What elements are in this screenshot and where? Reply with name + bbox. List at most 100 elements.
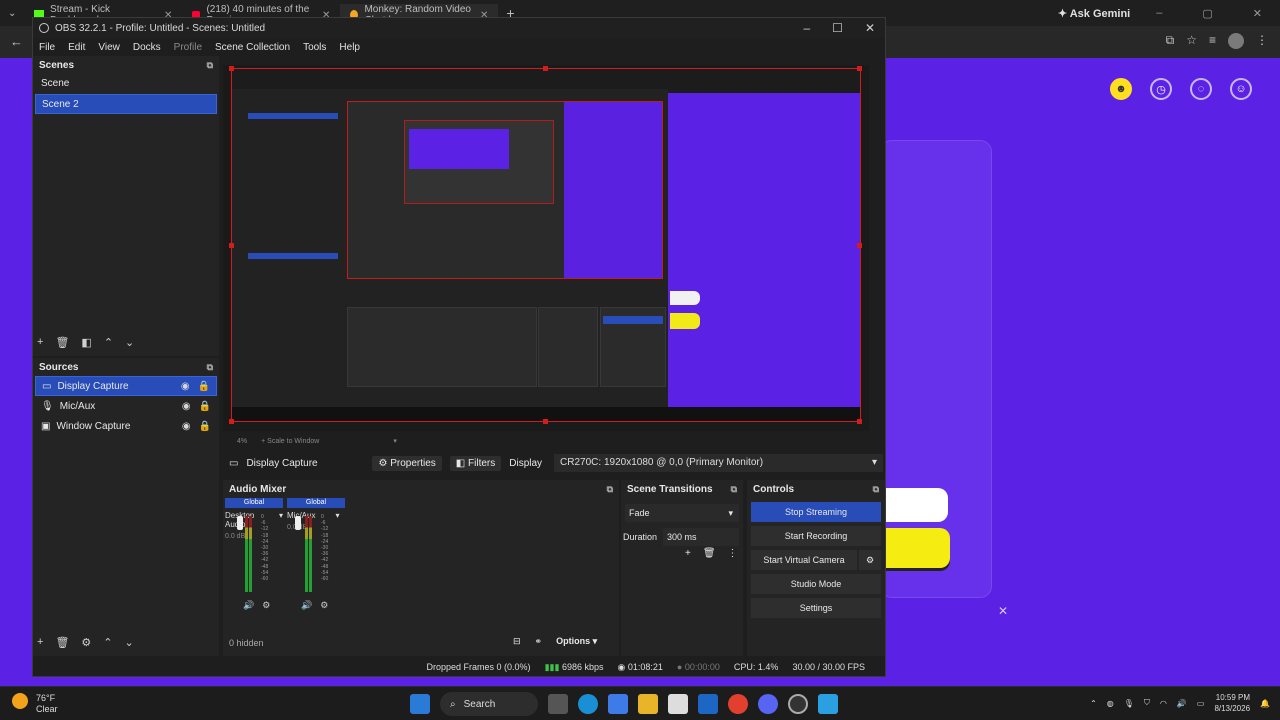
weather-widget[interactable]: 76°F Clear — [12, 693, 58, 715]
transition-select[interactable]: Fade ▾ — [625, 504, 739, 522]
close-icon[interactable]: ✕ — [1253, 7, 1262, 20]
network-icon[interactable]: ◍ — [1107, 699, 1114, 708]
trash-icon[interactable]: 🗑 — [55, 336, 69, 349]
chevron-up-icon[interactable]: ⌃ — [1090, 699, 1097, 708]
maximize-icon[interactable]: ☐ — [832, 21, 843, 35]
trash-icon[interactable]: 🗑 — [703, 548, 716, 559]
duration-stepper[interactable]: 300 ms — [663, 528, 739, 546]
mail-icon[interactable] — [698, 694, 718, 714]
layout-icon[interactable]: ⊟ — [513, 636, 521, 647]
avatar[interactable] — [1228, 33, 1244, 49]
add-icon[interactable]: + — [37, 636, 43, 649]
chat-icon[interactable]: ◌ — [1190, 78, 1212, 100]
clock-icon[interactable]: ◷ — [1150, 78, 1172, 100]
add-icon[interactable]: + — [37, 336, 43, 349]
gear-icon[interactable]: ⚙ — [262, 600, 270, 611]
zoom-level[interactable]: 4% — [237, 438, 247, 445]
undock-icon[interactable]: ⧉ — [731, 484, 737, 495]
resize-handle[interactable] — [857, 419, 862, 424]
options-button[interactable]: Options ▾ — [556, 636, 597, 647]
undock-icon[interactable]: ⧉ — [207, 362, 213, 373]
kebab-menu-icon[interactable]: ⋮ — [1256, 33, 1268, 49]
eye-icon[interactable]: ◉ — [181, 381, 190, 392]
display-select[interactable]: CR270C: 1920x1080 @ 0,0 (Primary Monitor… — [554, 454, 883, 472]
windows-start-icon[interactable] — [410, 694, 430, 714]
lock-icon[interactable]: 🔒 — [199, 401, 211, 412]
wifi-icon[interactable]: ◠ — [1160, 699, 1167, 708]
ask-gemini-button[interactable]: ✦ Ask Gemini — [1058, 7, 1130, 20]
source-item-mic-aux[interactable]: 🎙 Mic/Aux ◉ 🔒 — [35, 396, 217, 416]
clock[interactable]: 10:59 PM 8/13/2026 — [1214, 692, 1250, 714]
store-icon[interactable] — [668, 694, 688, 714]
monkey-face-icon[interactable]: ☺ — [1230, 78, 1252, 100]
speaker-icon[interactable]: 🔊 — [243, 600, 254, 611]
menu-scene-collection[interactable]: Scene Collection — [215, 42, 290, 53]
properties-button[interactable]: ⚙ Properties — [372, 455, 442, 471]
source-item-display-capture[interactable]: ▭ Display Capture ◉ 🔒 — [35, 376, 217, 396]
source-item-window-capture[interactable]: ▣ Window Capture ◉ 🔒 — [35, 416, 217, 436]
add-icon[interactable]: + — [685, 548, 691, 559]
notification-icon[interactable]: 🔔 — [1260, 699, 1270, 708]
battery-icon[interactable]: ▭ — [1197, 699, 1205, 708]
back-arrow-icon[interactable]: ← — [10, 34, 23, 49]
channel-name-select[interactable]: Desktop Audio ▾ — [225, 511, 283, 529]
filters-button[interactable]: ◧ Filters — [449, 455, 502, 471]
coin-icon[interactable]: ☻ — [1110, 78, 1132, 100]
close-icon[interactable]: ✕ — [865, 21, 875, 35]
microphone-icon[interactable]: 🎙 — [1124, 699, 1134, 708]
resize-handle[interactable] — [543, 66, 548, 71]
undock-icon[interactable]: ⧉ — [207, 60, 213, 71]
install-app-icon[interactable]: ⧉ — [1166, 33, 1175, 49]
menu-tools[interactable]: Tools — [303, 42, 326, 53]
undock-icon[interactable]: ⧉ — [607, 484, 613, 495]
start-virtual-camera-button[interactable]: Start Virtual Camera — [751, 550, 857, 570]
edge-icon[interactable] — [578, 694, 598, 714]
app-icon[interactable] — [818, 694, 838, 714]
gear-icon[interactable]: ⚙ — [859, 550, 881, 570]
start-recording-button[interactable]: Start Recording — [751, 526, 881, 546]
settings-button[interactable]: Settings — [751, 598, 881, 618]
maximize-icon[interactable]: ▢ — [1202, 7, 1212, 20]
preview-canvas[interactable] — [223, 65, 869, 431]
volume-fader[interactable] — [237, 516, 243, 530]
resize-handle[interactable] — [543, 419, 548, 424]
taskbar-search[interactable]: ⌕ Search — [440, 692, 538, 716]
link-icon[interactable]: ⚭ — [535, 636, 543, 647]
resize-handle[interactable] — [229, 243, 234, 248]
extensions-icon[interactable]: ≡ — [1209, 33, 1216, 49]
scene-item[interactable]: Scene — [35, 74, 217, 94]
discord-icon[interactable] — [758, 694, 778, 714]
minimize-icon[interactable]: – — [803, 21, 810, 35]
tab-search-icon[interactable]: ⌄ — [0, 8, 24, 19]
close-icon[interactable]: ✕ — [998, 604, 1008, 618]
chevron-up-icon[interactable]: ⌃ — [103, 636, 112, 649]
chevron-down-icon[interactable]: ⌄ — [125, 636, 134, 649]
display-capture-preview[interactable] — [231, 68, 861, 422]
chrome-icon[interactable] — [728, 694, 748, 714]
minimize-icon[interactable]: – — [1156, 7, 1162, 20]
scale-to-window[interactable]: + Scale to Window — [261, 438, 319, 445]
menu-view[interactable]: View — [98, 42, 120, 53]
undock-icon[interactable]: ⧉ — [873, 484, 879, 495]
resize-handle[interactable] — [857, 243, 862, 248]
studio-mode-button[interactable]: Studio Mode — [751, 574, 881, 594]
gear-icon[interactable]: ⚙ — [320, 600, 328, 611]
chevron-down-icon[interactable]: ⌄ — [125, 336, 134, 349]
obs-icon[interactable] — [788, 694, 808, 714]
menu-docks[interactable]: Docks — [133, 42, 161, 53]
resize-handle[interactable] — [857, 66, 862, 71]
resize-handle[interactable] — [229, 66, 234, 71]
scene-item-selected[interactable]: Scene 2 — [35, 94, 217, 114]
resize-handle[interactable] — [229, 419, 234, 424]
trash-icon[interactable]: 🗑 — [55, 636, 69, 649]
lock-icon[interactable]: 🔒 — [199, 421, 211, 432]
speaker-icon[interactable]: 🔊 — [1177, 699, 1187, 708]
web-yellow-button[interactable] — [884, 528, 950, 568]
eye-icon[interactable]: ◉ — [182, 421, 191, 432]
menu-edit[interactable]: Edit — [68, 42, 85, 53]
stop-streaming-button[interactable]: Stop Streaming — [751, 502, 881, 522]
chevron-down-icon[interactable]: ▾ — [393, 437, 397, 445]
file-explorer-icon[interactable] — [638, 694, 658, 714]
shield-icon[interactable]: ⛉ — [1144, 698, 1150, 708]
bookmark-star-icon[interactable]: ☆ — [1186, 33, 1197, 49]
